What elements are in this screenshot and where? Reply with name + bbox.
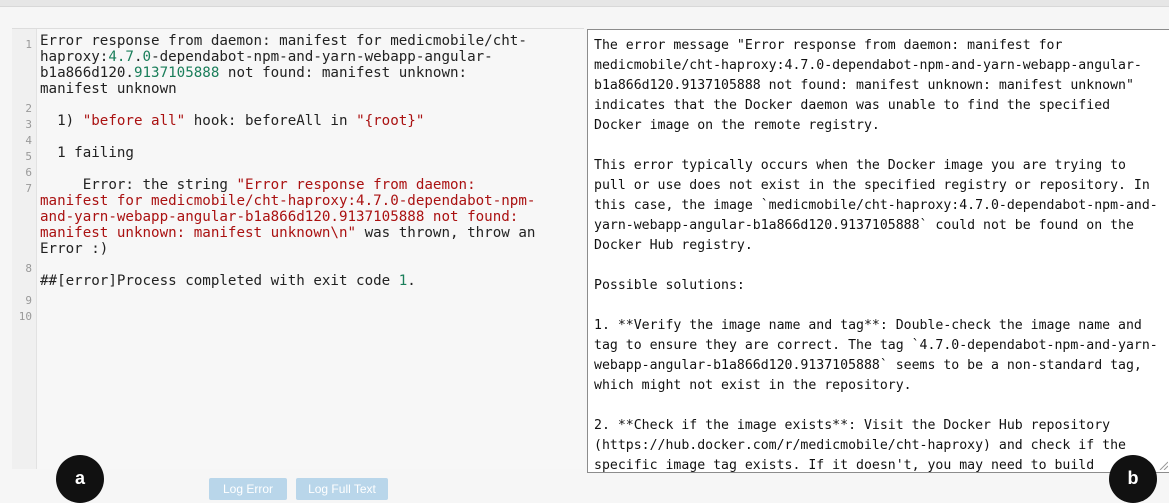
code-token: manifest unknown: manifest unknown\n" (40, 225, 357, 241)
line-number: 3 (25, 118, 32, 131)
response-line (594, 136, 1169, 156)
code-line: Error: the string "Error response from d… (40, 177, 586, 193)
code-token: hook: beforeAll in (185, 113, 357, 129)
code-token: b1a866d120. (40, 65, 134, 81)
code-line: b1a866d120.9137105888 not found: manifes… (40, 65, 586, 81)
response-line: tag to ensure they are correct. The tag … (594, 338, 1158, 353)
response-line: Docker Hub registry. (594, 238, 753, 253)
response-line: 2. **Check if the image exists**: Visit … (594, 418, 1111, 433)
response-line: Docker image on the remote registry. (594, 118, 880, 133)
response-line (594, 256, 1169, 276)
code-line: Error response from daemon: manifest for… (40, 33, 586, 49)
response-line: 1. **Verify the image name and tag**: Do… (594, 318, 1142, 333)
code-token: manifest for medicmobile/cht-haproxy:4.7… (40, 193, 536, 209)
response-line: Possible solutions: (594, 278, 745, 293)
response-line: medicmobile/cht-haproxy:4.7.0-dependabot… (594, 58, 1142, 73)
code-line: manifest for medicmobile/cht-haproxy:4.7… (40, 193, 586, 209)
code-token: Error :) (40, 241, 109, 257)
response-line: specific image tag exists. If it doesn't… (594, 458, 1095, 473)
code-line: haproxy:4.7.0-dependabot-npm-and-yarn-we… (40, 49, 586, 65)
log-error-button[interactable]: Log Error (209, 478, 287, 500)
annotation-marker-b: b (1109, 455, 1157, 503)
code-line: 1 failing (40, 145, 586, 161)
code-editor[interactable]: 1 2 3 4 5 6 7 8 9 10 Error response from… (12, 28, 584, 469)
response-line: b1a866d120.9137105888 not found: manifes… (594, 78, 1134, 93)
code-line: 1) "before all" hook: beforeAll in "{roo… (40, 113, 586, 129)
line-number: 2 (25, 102, 32, 115)
line-number: 6 (25, 166, 32, 179)
response-line: This error typically occurs when the Doc… (594, 158, 1126, 173)
annotation-marker-a: a (56, 455, 104, 503)
code-token: "{root}" (356, 113, 425, 129)
line-number: 1 (25, 38, 32, 51)
code-token: manifest unknown (40, 81, 177, 97)
code-token: -dependabot-npm-and-yarn-webapp-angular- (151, 49, 493, 65)
code-token: Error: the string (40, 177, 237, 193)
log-full-text-button[interactable]: Log Full Text (296, 478, 388, 500)
resize-grip-icon[interactable] (1158, 460, 1168, 470)
response-line: yarn-webapp-angular-b1a866d120.913710588… (594, 218, 1134, 233)
response-line (594, 296, 1169, 316)
response-line: webapp-angular-b1a866d120.9137105888` se… (594, 358, 1142, 373)
line-number: 9 (25, 294, 32, 307)
line-number: 4 (25, 134, 32, 147)
response-line (594, 396, 1169, 416)
top-bar (0, 0, 1169, 7)
response-line: which might not exist in the repository. (594, 378, 912, 393)
code-token: was thrown, throw an (356, 225, 536, 241)
code-token: "before all" (82, 113, 186, 129)
response-line: (https://hub.docker.com/r/medicmobile/ch… (594, 438, 1126, 453)
line-number-gutter: 1 2 3 4 5 6 7 8 9 10 (12, 29, 37, 469)
response-line: The error message "Error response from d… (594, 38, 1063, 53)
code-token: 1 failing (40, 145, 134, 161)
code-token: . (407, 273, 416, 289)
code-token: and-yarn-webapp-angular-b1a866d120.91371… (40, 209, 519, 225)
response-line: indicates that the Docker daemon was una… (594, 98, 1111, 113)
code-line: Error :) (40, 241, 586, 257)
code-line: manifest unknown: manifest unknown\n" wa… (40, 225, 586, 241)
code-line: and-yarn-webapp-angular-b1a866d120.91371… (40, 209, 586, 225)
code-token: Error response from daemon: manifest for… (40, 33, 527, 49)
code-token: 9137105888 (133, 65, 220, 81)
code-token: . (133, 49, 143, 65)
line-number: 10 (18, 310, 32, 323)
response-line: this case, the image `medicmobile/cht-ha… (594, 198, 1158, 213)
code-token: "Error response from daemon: (236, 177, 476, 193)
code-token: not found: manifest unknown: (219, 65, 468, 81)
llm-response-panel[interactable]: The error message "Error response from d… (587, 29, 1169, 473)
code-token: 1 (398, 273, 408, 289)
code-token: ##[error]Process completed with exit cod… (40, 273, 399, 289)
line-number: 5 (25, 150, 32, 163)
response-line: pull or use does not exist in the specif… (594, 178, 1150, 193)
line-number: 7 (25, 182, 32, 195)
code-token: 0 (142, 49, 152, 65)
code-token: 4.7 (108, 49, 134, 65)
line-number: 8 (25, 262, 32, 275)
code-line: manifest unknown (40, 81, 586, 97)
code-content: Error response from daemon: manifest for… (40, 33, 586, 289)
code-token: haproxy: (40, 49, 109, 65)
code-line: ##[error]Process completed with exit cod… (40, 273, 586, 289)
code-token: 1) (40, 113, 83, 129)
response-text: The error message "Error response from d… (588, 30, 1169, 473)
